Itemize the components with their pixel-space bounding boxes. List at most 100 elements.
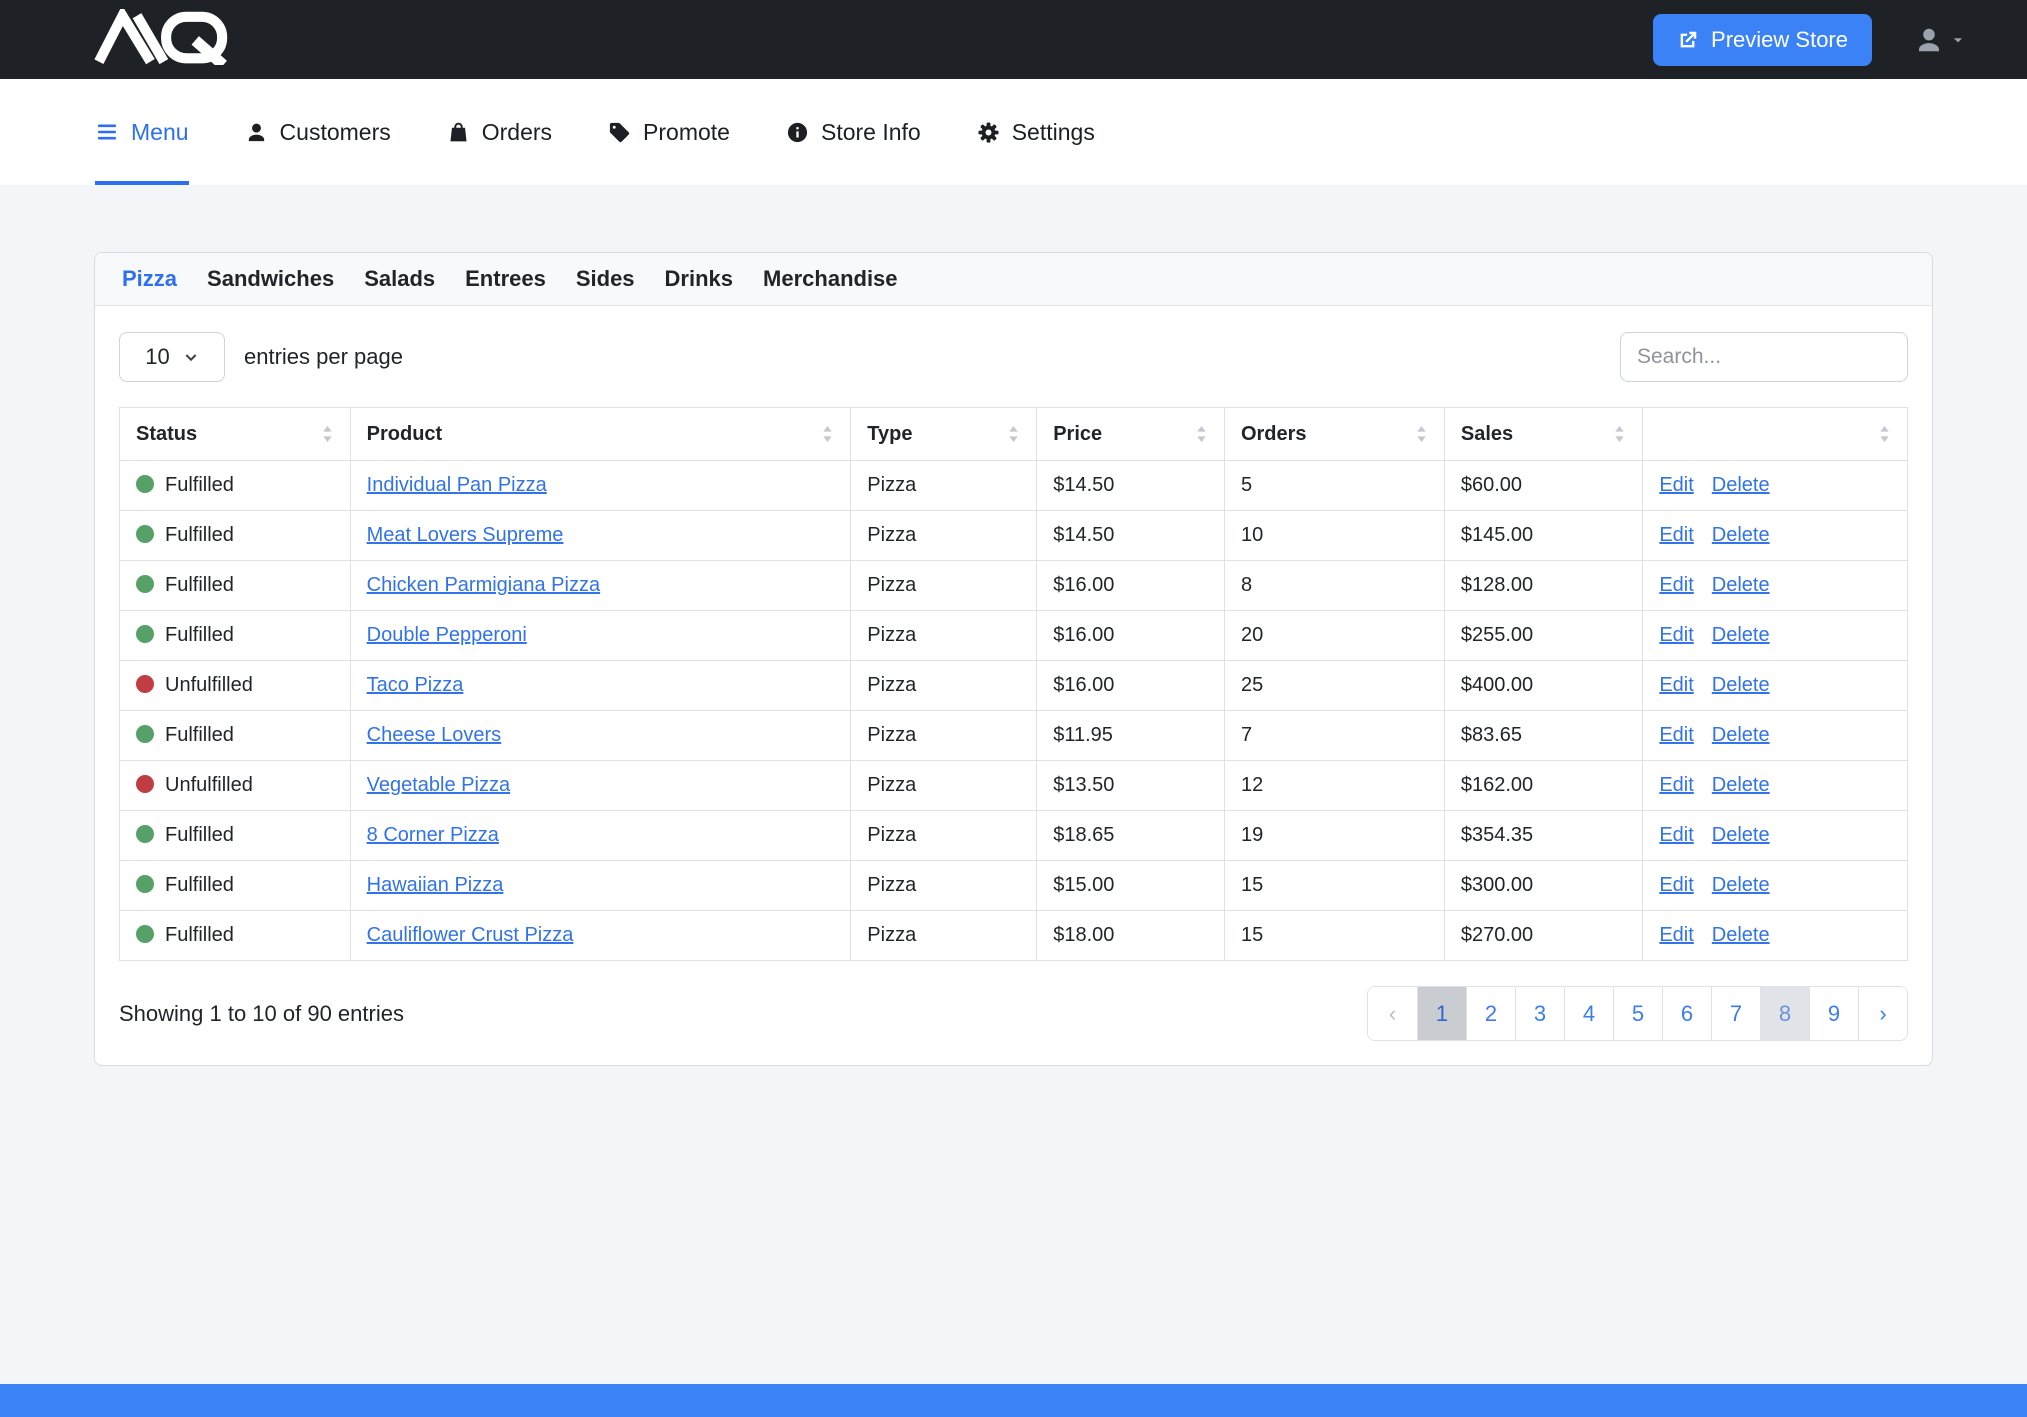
delete-link[interactable]: Delete	[1712, 924, 1770, 946]
tab-sandwiches[interactable]: Sandwiches	[207, 266, 334, 292]
actions-cell: Edit Delete	[1643, 861, 1908, 911]
product-link[interactable]: Meat Lovers Supreme	[367, 524, 564, 546]
price-cell: $11.95	[1037, 711, 1225, 761]
delete-link[interactable]: Delete	[1712, 474, 1770, 496]
status-cell: Fulfilled	[120, 861, 351, 911]
pagination-prev[interactable]: ‹	[1368, 987, 1417, 1040]
tab-merchandise[interactable]: Merchandise	[763, 266, 898, 292]
status-cell: Fulfilled	[120, 461, 351, 511]
sort-icon	[1195, 425, 1208, 443]
external-link-icon	[1677, 29, 1699, 51]
edit-link[interactable]: Edit	[1659, 774, 1693, 796]
orders-cell: 7	[1224, 711, 1444, 761]
edit-link[interactable]: Edit	[1659, 674, 1693, 696]
status-label: Fulfilled	[165, 874, 234, 896]
nav-item-customers[interactable]: Customers	[245, 79, 391, 185]
delete-link[interactable]: Delete	[1712, 774, 1770, 796]
nav-item-label: Orders	[482, 119, 552, 146]
delete-link[interactable]: Delete	[1712, 624, 1770, 646]
status-label: Fulfilled	[165, 724, 234, 746]
pagination-next[interactable]: ›	[1858, 987, 1907, 1040]
entries-select[interactable]: 10	[119, 332, 225, 382]
product-link[interactable]: Double Pepperoni	[367, 624, 527, 646]
nav-item-store-info[interactable]: Store Info	[786, 79, 921, 185]
sales-cell: $300.00	[1444, 861, 1642, 911]
preview-store-button[interactable]: Preview Store	[1653, 14, 1872, 66]
nav-item-orders[interactable]: Orders	[447, 79, 552, 185]
app-logo	[90, 9, 240, 70]
column-header-price[interactable]: Price	[1037, 408, 1225, 461]
column-label: Price	[1053, 423, 1102, 446]
tab-drinks[interactable]: Drinks	[665, 266, 733, 292]
edit-link[interactable]: Edit	[1659, 874, 1693, 896]
pagination-page-7[interactable]: 7	[1711, 987, 1760, 1040]
status-cell: Fulfilled	[120, 511, 351, 561]
product-link[interactable]: Cauliflower Crust Pizza	[367, 924, 574, 946]
type-cell: Pizza	[851, 511, 1037, 561]
column-header-actions[interactable]	[1643, 408, 1908, 461]
search-input[interactable]	[1620, 332, 1908, 382]
product-link[interactable]: Chicken Parmigiana Pizza	[367, 574, 600, 596]
pagination-page-5[interactable]: 5	[1613, 987, 1662, 1040]
actions-cell: Edit Delete	[1643, 711, 1908, 761]
product-link[interactable]: Hawaiian Pizza	[367, 874, 504, 896]
tab-entrees[interactable]: Entrees	[465, 266, 546, 292]
delete-link[interactable]: Delete	[1712, 574, 1770, 596]
sales-cell: $255.00	[1444, 611, 1642, 661]
delete-link[interactable]: Delete	[1712, 674, 1770, 696]
delete-link[interactable]: Delete	[1712, 724, 1770, 746]
table-row: FulfilledChicken Parmigiana PizzaPizza$1…	[120, 561, 1908, 611]
sales-cell: $400.00	[1444, 661, 1642, 711]
actions-cell: Edit Delete	[1643, 611, 1908, 661]
table-footer: Showing 1 to 10 of 90 entries ‹123456789…	[119, 986, 1908, 1041]
column-label: Sales	[1461, 423, 1513, 446]
column-header-sales[interactable]: Sales	[1444, 408, 1642, 461]
pagination-page-9[interactable]: 9	[1809, 987, 1858, 1040]
edit-link[interactable]: Edit	[1659, 624, 1693, 646]
topbar-right: Preview Store	[1653, 14, 1965, 66]
pagination-page-1[interactable]: 1	[1417, 987, 1466, 1040]
status-cell: Fulfilled	[120, 561, 351, 611]
column-header-status[interactable]: Status	[120, 408, 351, 461]
delete-link[interactable]: Delete	[1712, 874, 1770, 896]
status-label: Fulfilled	[165, 824, 234, 846]
orders-cell: 5	[1224, 461, 1444, 511]
product-link[interactable]: Vegetable Pizza	[367, 774, 510, 796]
tab-pizza[interactable]: Pizza	[122, 266, 177, 292]
edit-link[interactable]: Edit	[1659, 924, 1693, 946]
product-link[interactable]: Individual Pan Pizza	[367, 474, 547, 496]
pagination-page-4[interactable]: 4	[1564, 987, 1613, 1040]
sort-icon	[821, 425, 834, 443]
user-menu[interactable]	[1914, 25, 1965, 55]
sort-icon	[1007, 425, 1020, 443]
column-header-type[interactable]: Type	[851, 408, 1037, 461]
tab-sides[interactable]: Sides	[576, 266, 635, 292]
nav-item-menu[interactable]: Menu	[95, 79, 189, 185]
column-header-product[interactable]: Product	[350, 408, 851, 461]
product-link[interactable]: Taco Pizza	[367, 674, 464, 696]
delete-link[interactable]: Delete	[1712, 824, 1770, 846]
delete-link[interactable]: Delete	[1712, 524, 1770, 546]
pagination-page-6[interactable]: 6	[1662, 987, 1711, 1040]
nav-item-promote[interactable]: Promote	[608, 79, 730, 185]
product-link[interactable]: Cheese Lovers	[367, 724, 502, 746]
actions-cell: Edit Delete	[1643, 561, 1908, 611]
edit-link[interactable]: Edit	[1659, 524, 1693, 546]
status-label: Unfulfilled	[165, 774, 253, 796]
edit-link[interactable]: Edit	[1659, 724, 1693, 746]
edit-link[interactable]: Edit	[1659, 574, 1693, 596]
edit-link[interactable]: Edit	[1659, 824, 1693, 846]
nav-item-settings[interactable]: Settings	[977, 79, 1095, 185]
pagination-page-8[interactable]: 8	[1760, 987, 1809, 1040]
product-link[interactable]: 8 Corner Pizza	[367, 824, 499, 846]
status-cell: Fulfilled	[120, 711, 351, 761]
edit-link[interactable]: Edit	[1659, 474, 1693, 496]
column-header-orders[interactable]: Orders	[1224, 408, 1444, 461]
user-icon	[1914, 25, 1944, 55]
table-controls: 10 entries per page	[119, 332, 1908, 382]
tab-salads[interactable]: Salads	[364, 266, 435, 292]
table-row: UnfulfilledTaco PizzaPizza$16.0025$400.0…	[120, 661, 1908, 711]
status-label: Fulfilled	[165, 474, 234, 496]
pagination-page-3[interactable]: 3	[1515, 987, 1564, 1040]
pagination-page-2[interactable]: 2	[1466, 987, 1515, 1040]
